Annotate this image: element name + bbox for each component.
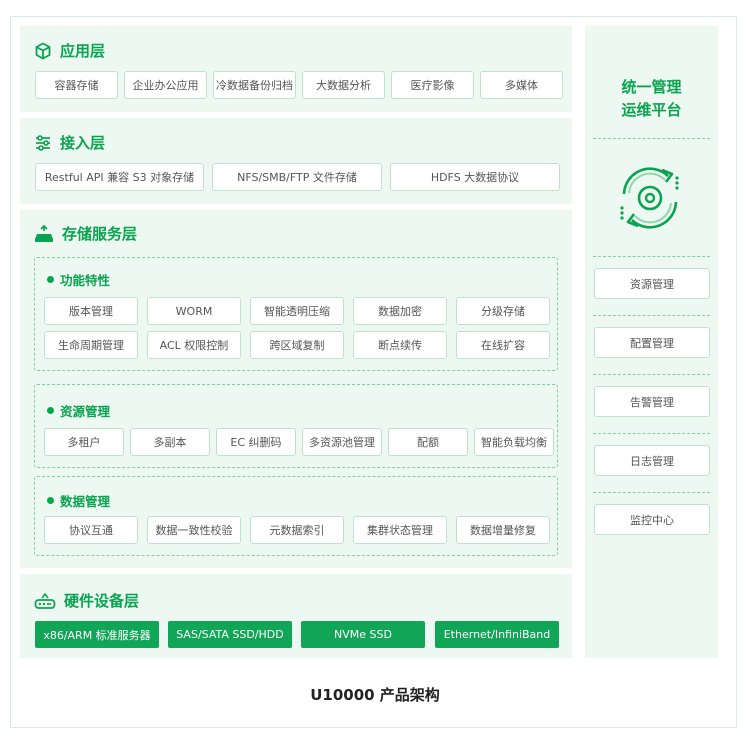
- divider: [593, 433, 710, 434]
- access-layer-title: 接入层: [60, 134, 106, 152]
- access-item-hdfs: HDFS 大数据协议: [390, 163, 560, 191]
- app-item-multimedia: 多媒体: [480, 71, 563, 99]
- bullet-dot-icon: [47, 497, 54, 504]
- platform-title-line1: 统一管理: [621, 78, 682, 96]
- bullet-dot-icon: [47, 407, 54, 414]
- feature-compression: 智能透明压缩: [250, 297, 344, 325]
- feature-version: 版本管理: [44, 297, 138, 325]
- sync-cycle-icon: [620, 167, 679, 229]
- data-consistency: 数据一致性校验: [147, 516, 241, 544]
- data-protocol: 协议互通: [44, 516, 138, 544]
- divider: [593, 256, 710, 257]
- platform-item-alarm: 告警管理: [594, 386, 710, 417]
- platform-item-log: 日志管理: [594, 445, 710, 476]
- access-item-s3: Restful API 兼容 S3 对象存储: [35, 163, 204, 191]
- data-title: 数据管理: [60, 494, 111, 509]
- divider: [593, 315, 710, 316]
- management-platform-panel: 统一管理 运维平台 资源管理 配置管理 告警管理 日志管理 监控中心: [585, 26, 718, 658]
- hw-sas-sata: SAS/SATA SSD/HDD: [168, 621, 292, 648]
- router-icon: [34, 592, 56, 609]
- app-item-office: 企业办公应用: [124, 71, 207, 99]
- feature-expansion: 在线扩容: [456, 331, 550, 359]
- resource-pool: 多资源池管理: [302, 428, 382, 456]
- hardware-layer: 硬件设备层 x86/ARM 标准服务器 SAS/SATA SSD/HDD NVM…: [20, 574, 572, 658]
- feature-encryption: 数据加密: [353, 297, 447, 325]
- app-item-cold-backup: 冷数据备份归档: [213, 71, 296, 99]
- app-item-medical: 医疗影像: [391, 71, 474, 99]
- resource-loadbalance: 智能负载均衡: [474, 428, 554, 456]
- platform-item-resource: 资源管理: [594, 268, 710, 299]
- feature-tiering: 分级存储: [456, 297, 550, 325]
- data-metadata: 元数据索引: [250, 516, 344, 544]
- data-cluster: 集群状态管理: [353, 516, 447, 544]
- data-repair: 数据增量修复: [456, 516, 550, 544]
- resource-replica: 多副本: [130, 428, 210, 456]
- feature-acl: ACL 权限控制: [147, 331, 241, 359]
- resource-quota: 配额: [388, 428, 468, 456]
- divider: [593, 374, 710, 375]
- access-item-nfs: NFS/SMB/FTP 文件存储: [212, 163, 382, 191]
- cube-icon: [35, 42, 51, 59]
- storage-service-layer: 存储服务层 功能特性 版本管理 WORM 智能透明压缩 数据加密 分级存储 生命…: [20, 210, 572, 568]
- feature-worm: WORM: [147, 297, 241, 325]
- hardware-layer-title: 硬件设备层: [64, 592, 140, 610]
- app-item-container-storage: 容器存储: [35, 71, 118, 99]
- resource-multitenant: 多租户: [44, 428, 124, 456]
- feature-lifecycle: 生命周期管理: [44, 331, 138, 359]
- hw-network: Ethernet/InfiniBand: [435, 621, 559, 648]
- hw-nvme: NVMe SSD: [301, 621, 425, 648]
- divider: [593, 138, 710, 139]
- platform-item-monitor: 监控中心: [594, 504, 710, 535]
- feature-resume: 断点续传: [353, 331, 447, 359]
- app-item-big-data: 大数据分析: [302, 71, 385, 99]
- divider: [593, 492, 710, 493]
- feature-replication: 跨区域复制: [250, 331, 344, 359]
- resource-title: 资源管理: [60, 404, 111, 419]
- diagram-caption: U10000 产品架构: [310, 686, 440, 704]
- sliders-icon: [36, 134, 50, 151]
- platform-item-config: 配置管理: [594, 327, 710, 358]
- features-title: 功能特性: [60, 273, 111, 288]
- resource-erasure: EC 纠删码: [216, 428, 296, 456]
- storage-layer-title: 存储服务层: [62, 225, 138, 243]
- hw-server: x86/ARM 标准服务器: [35, 621, 159, 648]
- server-rack-icon: [35, 224, 53, 242]
- bullet-dot-icon: [47, 276, 54, 283]
- platform-title-line2: 运维平台: [621, 101, 682, 119]
- application-layer: 应用层 容器存储 企业办公应用 冷数据备份归档 大数据分析 医疗影像 多媒体: [20, 26, 572, 112]
- access-layer: 接入层 Restful API 兼容 S3 对象存储 NFS/SMB/FTP 文…: [20, 118, 572, 204]
- application-layer-title: 应用层: [60, 42, 106, 60]
